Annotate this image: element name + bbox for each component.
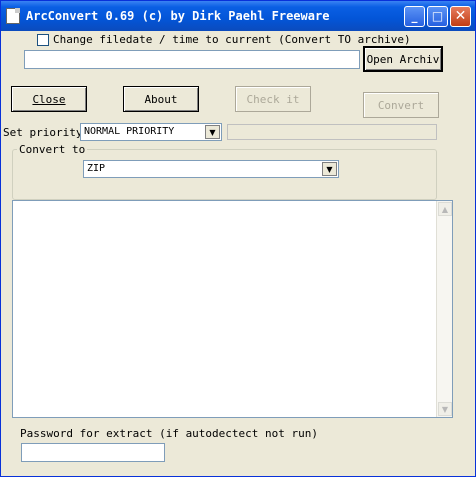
maximize-button[interactable]: □ — [427, 6, 448, 27]
check-it-label: Check it — [246, 92, 300, 106]
password-input[interactable] — [21, 443, 165, 462]
archive-path-input[interactable] — [24, 50, 360, 69]
close-window-button[interactable]: ✕ — [450, 6, 471, 27]
minimize-button[interactable]: _ — [404, 6, 425, 27]
change-filedate-label: Change filedate / time to current (Conve… — [53, 33, 411, 46]
change-filedate-checkbox[interactable] — [37, 34, 49, 46]
log-scrollbar[interactable]: ▲ ▼ — [436, 201, 452, 417]
convert-to-select[interactable]: ZIP ▼ — [83, 160, 339, 178]
scroll-down-icon[interactable]: ▼ — [438, 402, 452, 416]
open-archiv-button[interactable]: Open Archiv — [364, 47, 442, 71]
progress-bar — [227, 124, 437, 140]
convert-button[interactable]: Convert — [363, 92, 439, 118]
title-bar[interactable]: ArcConvert 0.69 (c) by Dirk Paehl Freewa… — [1, 1, 475, 31]
priority-value: NORMAL PRIORITY — [84, 126, 175, 137]
convert-to-legend: Convert to — [17, 143, 88, 156]
main-window: ArcConvert 0.69 (c) by Dirk Paehl Freewa… — [0, 0, 476, 477]
priority-select[interactable]: NORMAL PRIORITY ▼ — [80, 123, 222, 141]
about-button-label: About — [144, 92, 178, 106]
close-button[interactable]: Close — [11, 86, 87, 112]
app-document-icon — [6, 8, 20, 24]
convert-to-dropdown-icon[interactable]: ▼ — [322, 162, 337, 176]
password-label: Password for extract (if autodectect not… — [20, 427, 319, 440]
log-textarea[interactable]: ▲ ▼ — [12, 200, 453, 418]
about-button[interactable]: About — [123, 86, 199, 112]
priority-label: Set priority — [3, 126, 83, 139]
window-title: ArcConvert 0.69 (c) by Dirk Paehl Freewa… — [26, 9, 330, 23]
scroll-up-icon[interactable]: ▲ — [438, 202, 452, 216]
convert-to-value: ZIP — [87, 163, 106, 174]
close-button-label: Close — [32, 92, 66, 106]
check-it-button[interactable]: Check it — [235, 86, 311, 112]
convert-button-label: Convert — [377, 98, 425, 112]
open-archiv-label: Open Archiv — [366, 52, 440, 66]
priority-dropdown-icon[interactable]: ▼ — [205, 125, 220, 139]
